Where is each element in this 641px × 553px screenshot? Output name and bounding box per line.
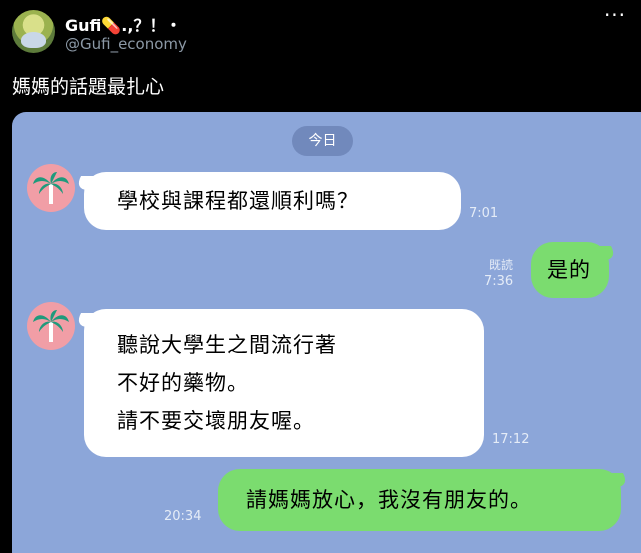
profile-avatar[interactable] [12,10,55,53]
palm-tree-icon [27,302,75,350]
incoming-message-bubble[interactable]: 聽說大學生之間流行著 不好的藥物。 請不要交壞朋友喔。 [84,309,484,457]
message-text: 請媽媽放心，我沒有朋友的。 [246,488,532,512]
message-text: 是的 [547,258,591,282]
chat-screenshot: 今日 學校與課程都還順利嗎？ 7:01 既読 7:36 是的 聽說大學生之間流行… [12,112,641,553]
tweet-text: 媽媽的話題最扎心 [12,76,165,98]
incoming-message-bubble[interactable]: 學校與課程都還順利嗎？ [84,172,461,230]
message-line: 請不要交壞朋友喔。 [117,409,315,433]
message-time: 7:36 [484,274,514,289]
message-text: 學校與課程都還順利嗎？ [117,189,359,213]
message-time: 20:34 [164,509,202,524]
message-time: 7:01 [469,206,499,221]
read-receipt: 既読 [489,258,514,272]
palm-tree-icon [27,164,75,212]
message-line: 聽說大學生之間流行著 [117,333,337,357]
message-line: 不好的藥物。 [117,371,249,395]
message-time: 17:12 [492,432,530,447]
date-separator: 今日 [292,126,353,156]
user-handle[interactable]: @Gufi_economy [65,35,187,53]
more-options-icon[interactable]: ··· [603,5,627,28]
display-name[interactable]: Gufi💊.,？！・ [65,12,181,36]
outgoing-message-bubble[interactable]: 請媽媽放心，我沒有朋友的。 [218,469,621,531]
outgoing-message-bubble[interactable]: 是的 [531,242,609,298]
